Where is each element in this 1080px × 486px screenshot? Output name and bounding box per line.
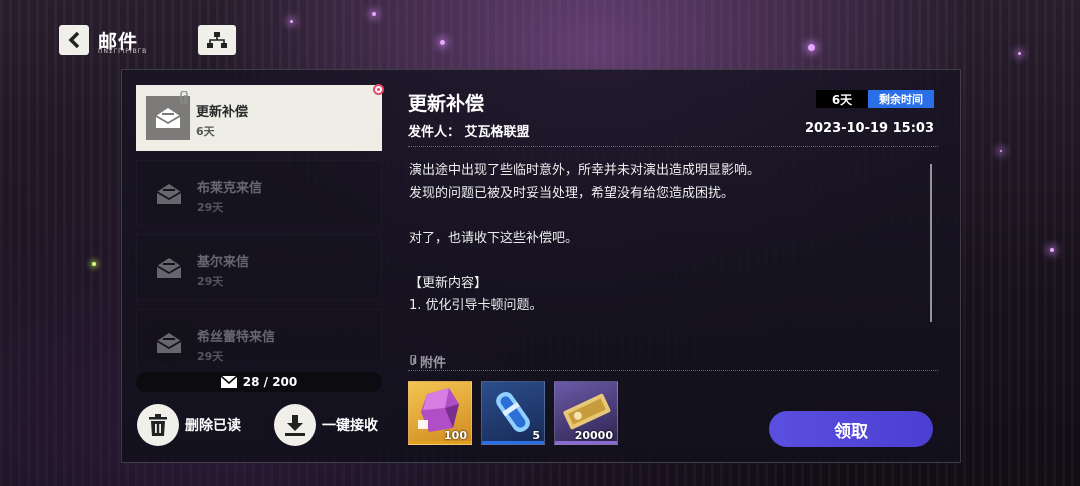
mail-title: 希丝蕾特来信: [197, 330, 276, 345]
body-line: 发现的问题已被及时妥当处理，希望没有给您造成困扰。: [409, 185, 735, 201]
body-line: 对了，也请收下这些补偿吧。: [409, 230, 579, 246]
attachment-item[interactable]: 100: [408, 381, 472, 445]
paperclip-icon: [410, 354, 417, 366]
remaining-time-badge: 剩余时间: [868, 90, 934, 108]
mail-list[interactable]: 更新补偿 6天 布莱克来信 29天 基尔来信 29天 希丝蕾特来信 29天: [136, 85, 382, 363]
mail-date: 2023-10-19 15:03: [804, 121, 934, 136]
download-icon: [274, 404, 316, 446]
divider: [408, 370, 938, 371]
mail-title: 更新补偿: [196, 105, 249, 120]
hierarchy-icon: [207, 32, 227, 48]
sparkle: [1050, 248, 1054, 252]
mail-days: 29天: [197, 201, 224, 214]
sparkle: [1000, 150, 1002, 152]
mail-open-icon: [147, 172, 191, 216]
claim-button[interactable]: 领取: [769, 411, 933, 447]
rarity-bar: [555, 441, 617, 444]
claim-label: 领取: [834, 421, 868, 442]
mail-count: 28 / 200: [136, 372, 382, 392]
attachments-label: 附件: [420, 356, 447, 371]
sender: 发件人： 艾瓦格联盟: [408, 125, 530, 140]
paperclip-icon: [180, 91, 188, 105]
mail-item[interactable]: 基尔来信 29天: [136, 234, 382, 300]
sparkle: [92, 262, 96, 266]
body-line: [409, 250, 919, 273]
mail-days: 29天: [197, 350, 224, 363]
trash-icon: [137, 404, 179, 446]
mail-item[interactable]: 希丝蕾特来信 29天: [136, 309, 382, 363]
mail-days: 6天: [196, 125, 215, 138]
attachment-item[interactable]: 5: [481, 381, 545, 445]
mail-title: 基尔来信: [197, 255, 250, 270]
rarity-bar: [482, 441, 544, 444]
mail-open-icon: [147, 246, 191, 290]
mail-count-text: 28 / 200: [242, 375, 298, 389]
delete-read-button[interactable]: 删除已读: [137, 404, 241, 446]
envelope-icon: [220, 376, 237, 388]
page-subtitle: ΠΝΣΓΓΙΡΙΒΓΒ: [98, 48, 148, 55]
mail-title: 布莱克来信: [197, 181, 263, 196]
hierarchy-button[interactable]: [198, 25, 236, 55]
sparkle: [440, 40, 445, 45]
attachment-item[interactable]: 20000: [554, 381, 618, 445]
delete-read-label: 删除已读: [185, 418, 241, 434]
scrollbar[interactable]: [930, 164, 932, 322]
divider: [408, 146, 938, 147]
chevron-left-icon: [68, 31, 80, 49]
mail-open-icon: [147, 321, 191, 363]
back-button[interactable]: [59, 25, 89, 55]
body-line: 1. 优化引导卡顿问题。: [409, 298, 543, 313]
receive-all-label: 一键接收: [322, 418, 378, 434]
mail-item[interactable]: 布莱克来信 29天: [136, 160, 382, 226]
sparkle: [1018, 52, 1021, 55]
mail-days: 29天: [197, 275, 224, 288]
sparkle: [290, 20, 293, 23]
sparkle: [372, 12, 376, 16]
mail-body[interactable]: 演出途中出现了些临时意外，所幸并未对演出造成明显影响。 发现的问题已被及时妥当处…: [409, 160, 919, 318]
mail-detail-title: 更新补偿: [408, 93, 485, 115]
body-line: [409, 205, 919, 228]
days-badge: 6天: [816, 90, 868, 108]
attachments-header: 附件: [408, 352, 446, 371]
mail-item-selected[interactable]: 更新补偿 6天: [136, 85, 382, 151]
body-line: 演出途中出现了些临时意外，所幸并未对演出造成明显影响。: [409, 163, 761, 178]
rarity-bar: [409, 441, 471, 444]
sparkle: [808, 44, 815, 51]
unread-indicator: [373, 84, 384, 95]
body-line: 【更新内容】: [409, 275, 488, 291]
receive-all-button[interactable]: 一键接收: [274, 404, 378, 446]
